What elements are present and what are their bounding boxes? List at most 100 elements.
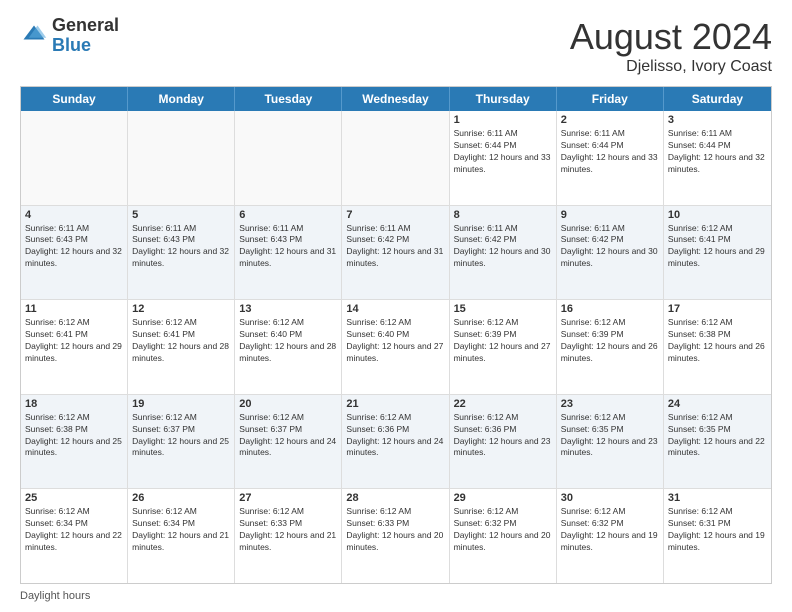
day-number: 6 — [239, 209, 337, 221]
day-number: 27 — [239, 492, 337, 504]
logo-text: General Blue — [52, 16, 119, 56]
day-info: Sunrise: 6:12 AMSunset: 6:39 PMDaylight:… — [561, 317, 659, 365]
page: General Blue August 2024 Djelisso, Ivory… — [0, 0, 792, 612]
day-number: 13 — [239, 303, 337, 315]
day-info: Sunrise: 6:12 AMSunset: 6:32 PMDaylight:… — [454, 506, 552, 554]
day-info: Sunrise: 6:12 AMSunset: 6:33 PMDaylight:… — [346, 506, 444, 554]
day-number: 22 — [454, 398, 552, 410]
logo-blue: Blue — [52, 36, 119, 56]
day-info: Sunrise: 6:12 AMSunset: 6:41 PMDaylight:… — [668, 223, 767, 271]
logo-icon — [20, 22, 48, 50]
day-number: 29 — [454, 492, 552, 504]
day-info: Sunrise: 6:12 AMSunset: 6:40 PMDaylight:… — [239, 317, 337, 365]
day-info: Sunrise: 6:12 AMSunset: 6:35 PMDaylight:… — [561, 412, 659, 460]
day-number: 24 — [668, 398, 767, 410]
cal-cell: 1 Sunrise: 6:11 AMSunset: 6:44 PMDaylight… — [450, 111, 557, 205]
cal-cell: 7Sunrise: 6:11 AMSunset: 6:42 PMDaylight… — [342, 206, 449, 300]
day-info: Sunrise: 6:12 AMSunset: 6:41 PMDaylight:… — [132, 317, 230, 365]
main-title: August 2024 — [570, 16, 772, 58]
header-day-thursday: Thursday — [450, 87, 557, 111]
day-info: Sunrise: 6:11 AMSunset: 6:43 PMDaylight:… — [239, 223, 337, 271]
day-info: Sunrise: 6:11 AMSunset: 6:42 PMDaylight:… — [346, 223, 444, 271]
day-info: Sunrise: 6:12 AMSunset: 6:36 PMDaylight:… — [346, 412, 444, 460]
week-row-3: 11Sunrise: 6:12 AMSunset: 6:41 PMDayligh… — [21, 300, 771, 395]
header-day-wednesday: Wednesday — [342, 87, 449, 111]
header-day-saturday: Saturday — [664, 87, 771, 111]
cal-cell: 12Sunrise: 6:12 AMSunset: 6:41 PMDayligh… — [128, 300, 235, 394]
cal-cell: 20 Sunrise: 6:12 AMSunset: 6:37 PMDayligh… — [235, 395, 342, 489]
week-row-4: 18 Sunrise: 6:12 AMSunset: 6:38 PMDayligh… — [21, 395, 771, 490]
footer: Daylight hours — [20, 590, 772, 602]
cal-cell: 15Sunrise: 6:12 AMSunset: 6:39 PMDayligh… — [450, 300, 557, 394]
cal-cell: 31 Sunrise: 6:12 AMSunset: 6:31 PMDayligh… — [664, 489, 771, 583]
week-row-2: 4 Sunrise: 6:11 AMSunset: 6:43 PMDaylight… — [21, 206, 771, 301]
calendar-header: SundayMondayTuesdayWednesdayThursdayFrid… — [21, 87, 771, 111]
day-info: Sunrise: 6:11 AMSunset: 6:44 PMDaylight:… — [454, 128, 552, 176]
cal-cell: 29 Sunrise: 6:12 AMSunset: 6:32 PMDayligh… — [450, 489, 557, 583]
cal-cell: 9 Sunrise: 6:11 AMSunset: 6:42 PMDaylight… — [557, 206, 664, 300]
day-number: 19 — [132, 398, 230, 410]
cal-cell: 27 Sunrise: 6:12 AMSunset: 6:33 PMDayligh… — [235, 489, 342, 583]
cal-cell: 17 Sunrise: 6:12 AMSunset: 6:38 PMDayligh… — [664, 300, 771, 394]
cal-cell: 2Sunrise: 6:11 AMSunset: 6:44 PMDaylight… — [557, 111, 664, 205]
cal-cell: 21 Sunrise: 6:12 AMSunset: 6:36 PMDayligh… — [342, 395, 449, 489]
day-info: Sunrise: 6:12 AMSunset: 6:34 PMDaylight:… — [132, 506, 230, 554]
cal-cell: 10 Sunrise: 6:12 AMSunset: 6:41 PMDayligh… — [664, 206, 771, 300]
day-info: Sunrise: 6:12 AMSunset: 6:31 PMDaylight:… — [668, 506, 767, 554]
day-number: 15 — [454, 303, 552, 315]
day-info: Sunrise: 6:12 AMSunset: 6:33 PMDaylight:… — [239, 506, 337, 554]
day-info: Sunrise: 6:12 AMSunset: 6:34 PMDaylight:… — [25, 506, 123, 554]
cal-cell: 25 Sunrise: 6:12 AMSunset: 6:34 PMDayligh… — [21, 489, 128, 583]
cal-cell: 28 Sunrise: 6:12 AMSunset: 6:33 PMDayligh… — [342, 489, 449, 583]
logo: General Blue — [20, 16, 119, 56]
cal-cell: 13 Sunrise: 6:12 AMSunset: 6:40 PMDayligh… — [235, 300, 342, 394]
day-info: Sunrise: 6:11 AMSunset: 6:43 PMDaylight:… — [132, 223, 230, 271]
week-row-5: 25 Sunrise: 6:12 AMSunset: 6:34 PMDayligh… — [21, 489, 771, 583]
day-number: 8 — [454, 209, 552, 221]
day-info: Sunrise: 6:11 AMSunset: 6:42 PMDaylight:… — [454, 223, 552, 271]
day-info: Sunrise: 6:12 AMSunset: 6:40 PMDaylight:… — [346, 317, 444, 365]
day-info: Sunrise: 6:11 AMSunset: 6:44 PMDaylight:… — [668, 128, 767, 176]
day-number: 28 — [346, 492, 444, 504]
header-day-monday: Monday — [128, 87, 235, 111]
day-number: 16 — [561, 303, 659, 315]
day-number: 14 — [346, 303, 444, 315]
cal-cell: 18 Sunrise: 6:12 AMSunset: 6:38 PMDayligh… — [21, 395, 128, 489]
day-info: Sunrise: 6:12 AMSunset: 6:38 PMDaylight:… — [668, 317, 767, 365]
header-day-tuesday: Tuesday — [235, 87, 342, 111]
cal-cell: 30 Sunrise: 6:12 AMSunset: 6:32 PMDayligh… — [557, 489, 664, 583]
day-number: 4 — [25, 209, 123, 221]
day-number: 23 — [561, 398, 659, 410]
calendar: SundayMondayTuesdayWednesdayThursdayFrid… — [20, 86, 772, 584]
header-day-sunday: Sunday — [21, 87, 128, 111]
calendar-body: 1 Sunrise: 6:11 AMSunset: 6:44 PMDaylight… — [21, 111, 771, 583]
day-number: 1 — [454, 114, 552, 126]
header-day-friday: Friday — [557, 87, 664, 111]
cal-cell — [128, 111, 235, 205]
day-info: Sunrise: 6:12 AMSunset: 6:38 PMDaylight:… — [25, 412, 123, 460]
day-info: Sunrise: 6:12 AMSunset: 6:41 PMDaylight:… — [25, 317, 123, 365]
day-info: Sunrise: 6:12 AMSunset: 6:37 PMDaylight:… — [239, 412, 337, 460]
day-number: 30 — [561, 492, 659, 504]
cal-cell: 5Sunrise: 6:11 AMSunset: 6:43 PMDaylight… — [128, 206, 235, 300]
day-number: 18 — [25, 398, 123, 410]
day-number: 21 — [346, 398, 444, 410]
day-number: 2 — [561, 114, 659, 126]
cal-cell — [342, 111, 449, 205]
day-number: 9 — [561, 209, 659, 221]
day-info: Sunrise: 6:12 AMSunset: 6:36 PMDaylight:… — [454, 412, 552, 460]
subtitle: Djelisso, Ivory Coast — [570, 58, 772, 76]
day-info: Sunrise: 6:11 AMSunset: 6:42 PMDaylight:… — [561, 223, 659, 271]
day-info: Sunrise: 6:11 AMSunset: 6:43 PMDaylight:… — [25, 223, 123, 271]
day-info: Sunrise: 6:12 AMSunset: 6:32 PMDaylight:… — [561, 506, 659, 554]
day-number: 25 — [25, 492, 123, 504]
day-number: 20 — [239, 398, 337, 410]
cal-cell: 24Sunrise: 6:12 AMSunset: 6:35 PMDayligh… — [664, 395, 771, 489]
day-number: 31 — [668, 492, 767, 504]
title-block: August 2024 Djelisso, Ivory Coast — [570, 16, 772, 76]
day-number: 10 — [668, 209, 767, 221]
cal-cell: 23 Sunrise: 6:12 AMSunset: 6:35 PMDayligh… — [557, 395, 664, 489]
week-row-1: 1 Sunrise: 6:11 AMSunset: 6:44 PMDaylight… — [21, 111, 771, 206]
day-number: 17 — [668, 303, 767, 315]
cal-cell: 6 Sunrise: 6:11 AMSunset: 6:43 PMDaylight… — [235, 206, 342, 300]
